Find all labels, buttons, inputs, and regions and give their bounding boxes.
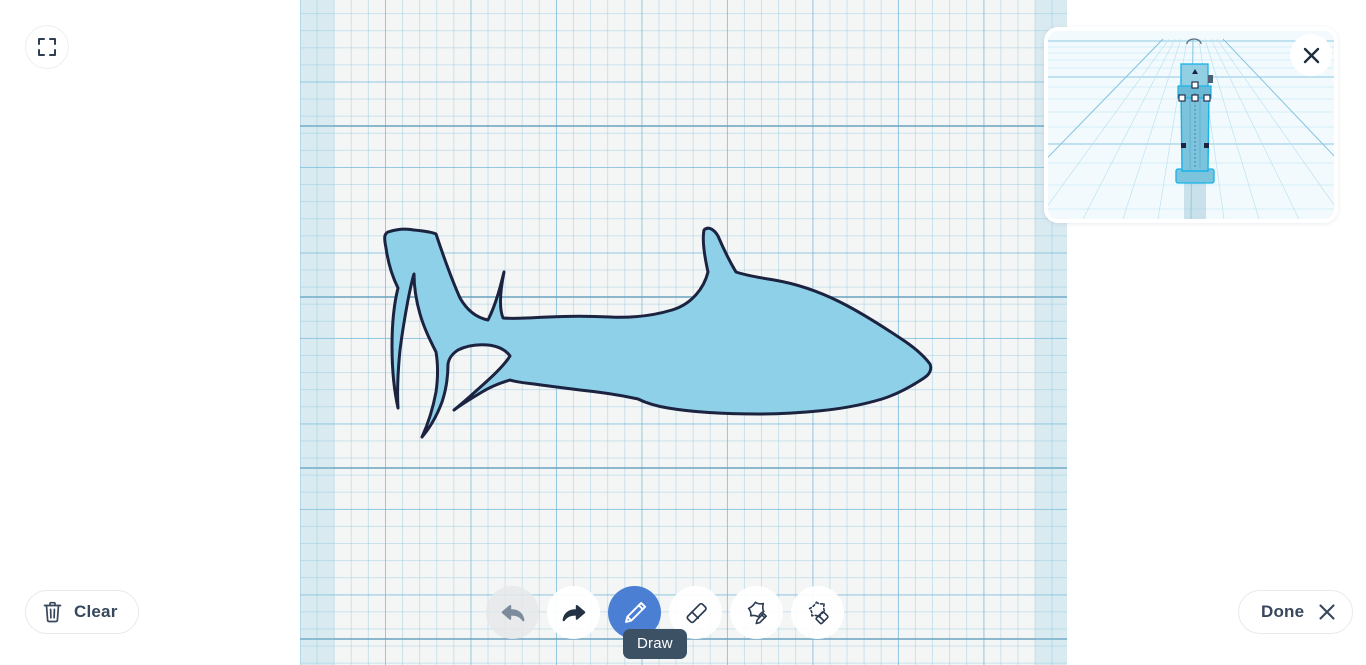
draw-tooltip: Draw <box>623 629 687 659</box>
resize-handle[interactable] <box>1204 143 1209 148</box>
undo-button[interactable] <box>486 586 539 639</box>
clear-button-label: Clear <box>74 602 118 621</box>
undo-arrow-icon <box>501 604 524 621</box>
resize-handle[interactable] <box>1178 94 1186 102</box>
guide-band-left <box>300 0 334 665</box>
fullscreen-button[interactable] <box>25 25 69 69</box>
height-handle[interactable] <box>1208 75 1213 83</box>
close-x-icon <box>1303 47 1319 63</box>
done-button[interactable]: Done <box>1238 590 1354 634</box>
pencil-icon <box>624 601 646 623</box>
shape-erase-tool-button[interactable] <box>791 586 844 639</box>
fullscreen-expand-icon <box>38 38 56 56</box>
sketch-editor-app: Clear Done Draw <box>0 0 1366 665</box>
grid-major-line <box>300 125 1067 127</box>
resize-handle[interactable] <box>1203 94 1211 102</box>
resize-handle[interactable] <box>1191 94 1199 102</box>
close-x-icon <box>1319 604 1335 620</box>
grid-major-line <box>300 467 1067 469</box>
trash-icon <box>43 601 62 623</box>
eraser-icon <box>685 602 707 623</box>
resize-handle[interactable] <box>1191 81 1199 89</box>
redo-button[interactable] <box>547 586 600 639</box>
star-dashed-eraser-icon <box>808 601 829 625</box>
done-button-label: Done <box>1261 602 1305 621</box>
grid-pattern <box>300 0 1067 665</box>
resize-handle[interactable] <box>1181 143 1186 148</box>
redo-arrow-icon <box>562 604 585 621</box>
shape-draw-tool-button[interactable] <box>730 586 783 639</box>
preview-close-button[interactable] <box>1290 34 1332 76</box>
star-pencil-icon <box>747 601 767 625</box>
grid-major-line <box>300 296 1067 298</box>
clear-button[interactable]: Clear <box>25 590 139 634</box>
sketch-grid-canvas[interactable] <box>300 0 1067 665</box>
